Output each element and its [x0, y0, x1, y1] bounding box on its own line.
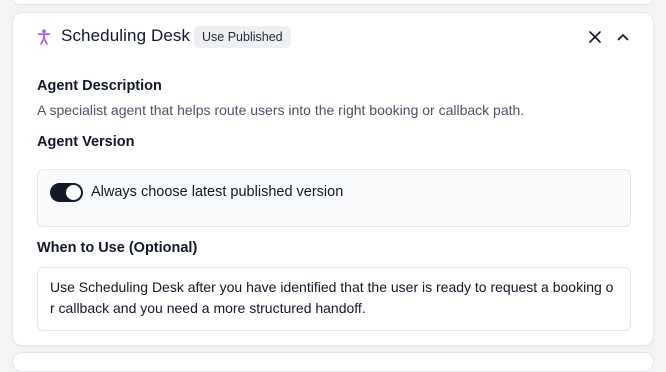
next-card: [12, 352, 654, 372]
when-to-use-label: When to Use (Optional): [37, 240, 198, 256]
chevron-up-icon: [617, 34, 629, 41]
latest-version-toggle[interactable]: [50, 183, 83, 202]
toggle-label: Always choose latest published version: [91, 184, 344, 200]
previous-card: [12, 0, 654, 5]
description-label: Agent Description: [37, 78, 162, 94]
collapse-button[interactable]: [614, 28, 632, 46]
agent-title: Scheduling Desk: [61, 26, 191, 45]
toggle-knob: [66, 185, 81, 200]
agent-card: Scheduling Desk Use Published Agent Desc…: [12, 12, 654, 346]
status-badge: Use Published: [194, 26, 291, 48]
description-text: A specialist agent that helps route user…: [37, 102, 525, 118]
version-label: Agent Version: [37, 134, 135, 150]
agent-card-header[interactable]: Scheduling Desk Use Published: [13, 13, 653, 61]
close-icon: [589, 31, 601, 43]
version-panel: Always choose latest published version: [37, 169, 631, 227]
person-icon: [37, 29, 51, 45]
when-to-use-textarea[interactable]: Use Scheduling Desk after you have ident…: [37, 267, 631, 331]
close-button[interactable]: [586, 28, 604, 46]
